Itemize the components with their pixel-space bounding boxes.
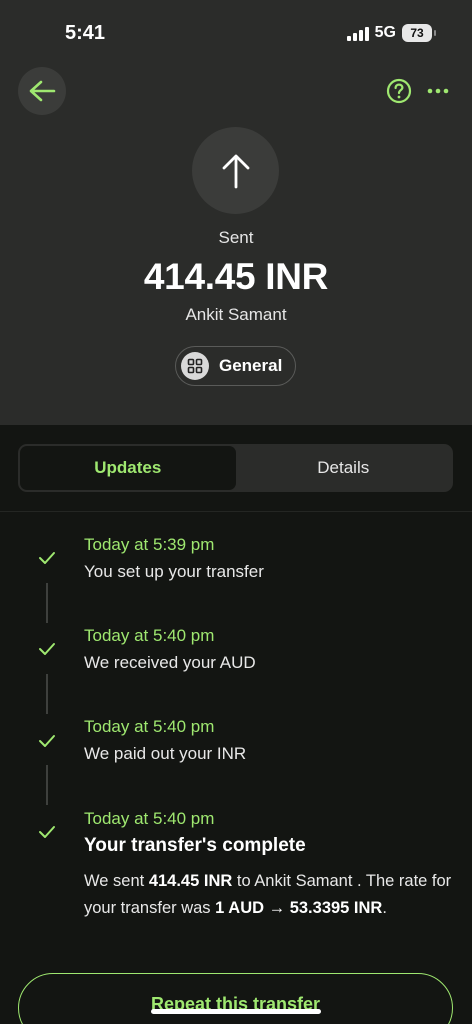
desc-part: We sent [84, 872, 149, 890]
more-options-button[interactable] [426, 82, 450, 100]
tab-details[interactable]: Details [236, 446, 452, 490]
network-label: 5G [374, 24, 396, 41]
step-text: We received your AUD [84, 653, 256, 672]
desc-amount: 414.45 INR [148, 872, 233, 890]
timeline-connector [46, 674, 48, 714]
repeat-transfer-button[interactable]: Repeat this transfer [18, 973, 453, 1024]
category-chip[interactable]: General [175, 346, 296, 386]
timeline-connector [46, 583, 48, 623]
desc-rate: 1 AUD → 53.3395 INR [215, 899, 383, 917]
check-icon [39, 552, 55, 564]
signal-icon [346, 25, 369, 41]
home-indicator [151, 1009, 321, 1014]
timeline-connector [46, 765, 48, 805]
help-button[interactable] [386, 78, 412, 104]
back-button[interactable] [18, 67, 66, 115]
step-text: You set up your transfer [84, 562, 264, 581]
tab-bar: Updates Details [18, 444, 453, 492]
step-description: We sent 414.45 INR to Ankit Samant . The… [84, 868, 454, 922]
category-label: General [219, 356, 283, 375]
transfer-amount: 414.45 INR [143, 256, 329, 297]
check-icon [39, 643, 55, 655]
battery-level: 73 [410, 26, 424, 40]
arrow-up-icon [222, 154, 249, 188]
step-time: Today at 5:40 pm [84, 809, 215, 828]
check-icon [39, 826, 55, 838]
ellipsis-icon [427, 88, 449, 94]
transfer-header: 5:41 5G 73 Sent 414.45 INR Ankit Samant … [0, 0, 472, 425]
section-divider [0, 511, 472, 512]
step-title: Your transfer's complete [84, 835, 306, 856]
step-time: Today at 5:39 pm [84, 535, 215, 554]
step-time: Today at 5:40 pm [84, 626, 215, 645]
status-time: 5:41 [65, 22, 106, 44]
transfer-status: Sent [218, 228, 254, 247]
battery-icon: 73 [402, 24, 436, 42]
check-icon [39, 735, 55, 747]
question-circle-icon [386, 78, 412, 104]
tab-updates[interactable]: Updates [20, 446, 236, 490]
grid-icon [181, 352, 209, 380]
step-time: Today at 5:40 pm [84, 717, 215, 736]
recipient-name: Ankit Samant [185, 305, 287, 324]
desc-part: . [382, 899, 387, 917]
transfer-type-badge [192, 127, 279, 214]
arrow-left-icon [29, 80, 56, 102]
status-indicators: 5G 73 [346, 24, 436, 42]
step-text: We paid out your INR [84, 744, 247, 763]
